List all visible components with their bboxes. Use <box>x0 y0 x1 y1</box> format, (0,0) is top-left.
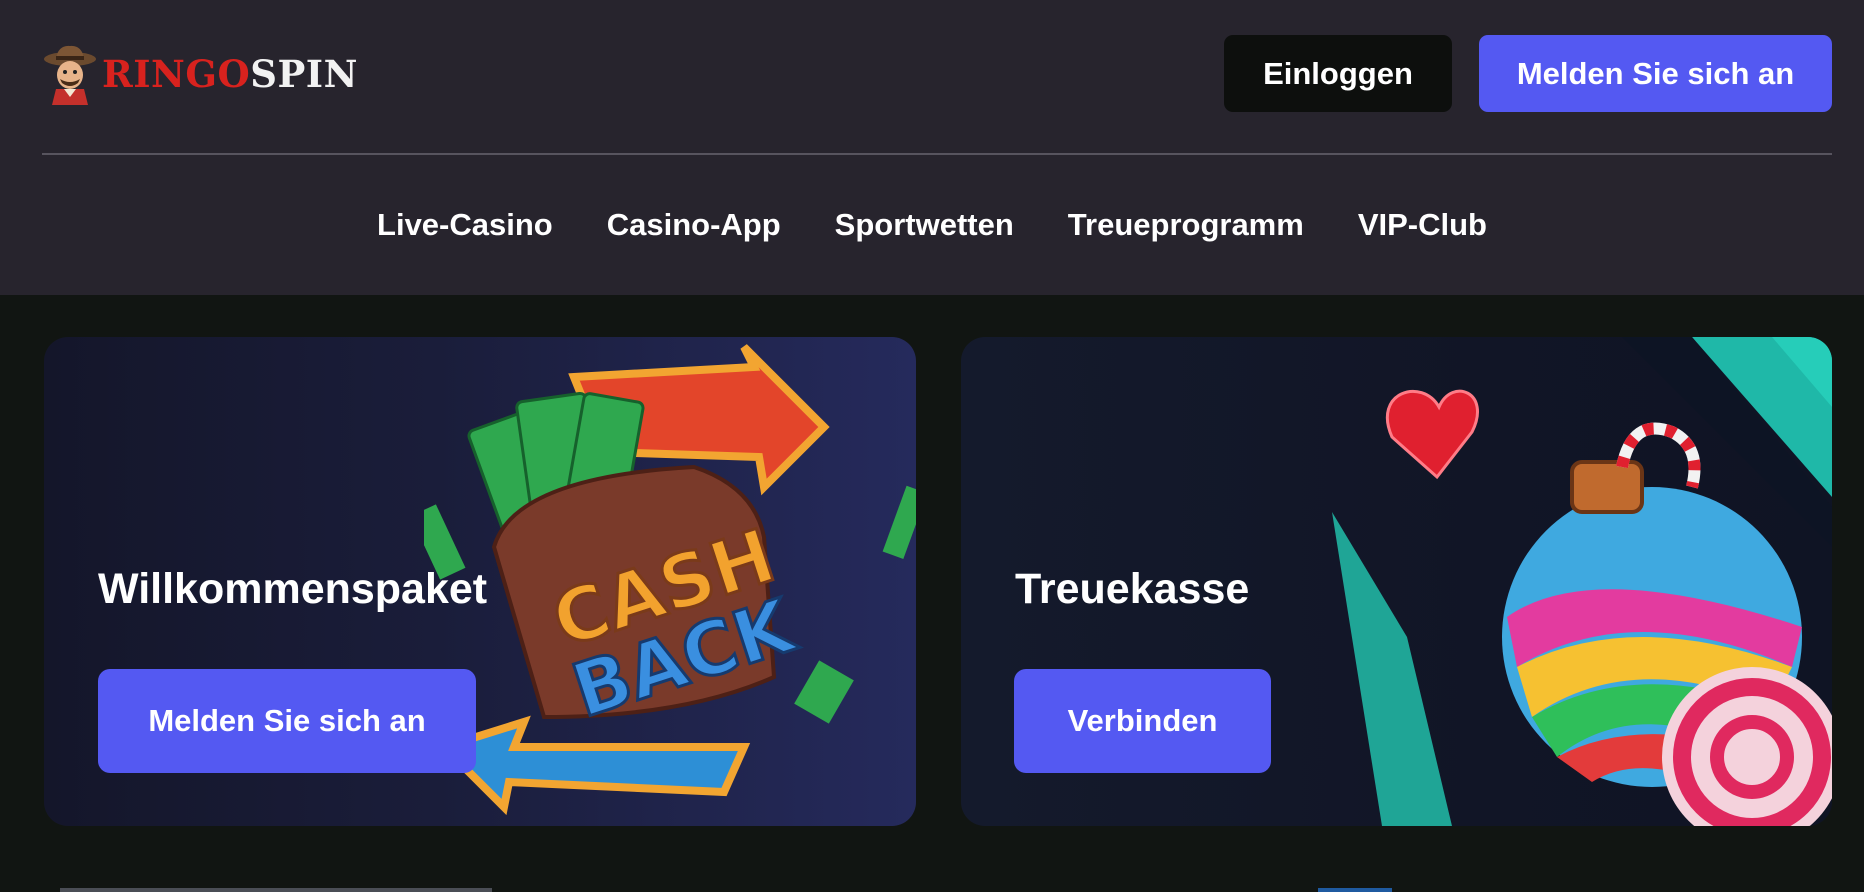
cowboy-mascot-icon <box>44 45 96 105</box>
ringospin-logo[interactable]: RINGOSPIN <box>42 42 358 106</box>
promo-card-welcome: CASH BACK Willkommenspaket Melden Sie si… <box>44 337 916 826</box>
promo-connect-button[interactable]: Verbinden <box>1014 669 1271 773</box>
cashback-illustration: CASH BACK <box>424 344 916 816</box>
nav-item-live-casino[interactable]: Live-Casino <box>377 195 553 255</box>
next-section-edge-accent <box>1318 888 1392 892</box>
logo-wordmark: RINGOSPIN <box>102 52 358 96</box>
candy-bomb-illustration <box>1332 337 1832 826</box>
next-section-edge <box>60 888 492 892</box>
login-button[interactable]: Einloggen <box>1224 35 1452 112</box>
register-button[interactable]: Melden Sie sich an <box>1479 35 1832 112</box>
promo-title-welcome: Willkommenspaket <box>98 565 488 613</box>
site-header: RINGOSPIN Einloggen Melden Sie sich an L… <box>0 0 1864 295</box>
nav-item-sportwetten[interactable]: Sportwetten <box>835 195 1014 255</box>
promo-register-button[interactable]: Melden Sie sich an <box>98 669 476 773</box>
nav-item-casino-app[interactable]: Casino-App <box>607 195 781 255</box>
promo-card-loyalty: Treuekasse Verbinden <box>961 337 1832 826</box>
nav-item-vip-club[interactable]: VIP-Club <box>1358 195 1487 255</box>
logo-spin: SPIN <box>250 52 358 96</box>
nav-item-treueprogramm[interactable]: Treueprogramm <box>1068 195 1304 255</box>
header-divider <box>42 153 1832 155</box>
promo-title-loyalty: Treuekasse <box>1015 565 1250 613</box>
logo-ringo: RINGO <box>102 52 251 96</box>
main-nav: Live-Casino Casino-App Sportwetten Treue… <box>0 195 1864 255</box>
